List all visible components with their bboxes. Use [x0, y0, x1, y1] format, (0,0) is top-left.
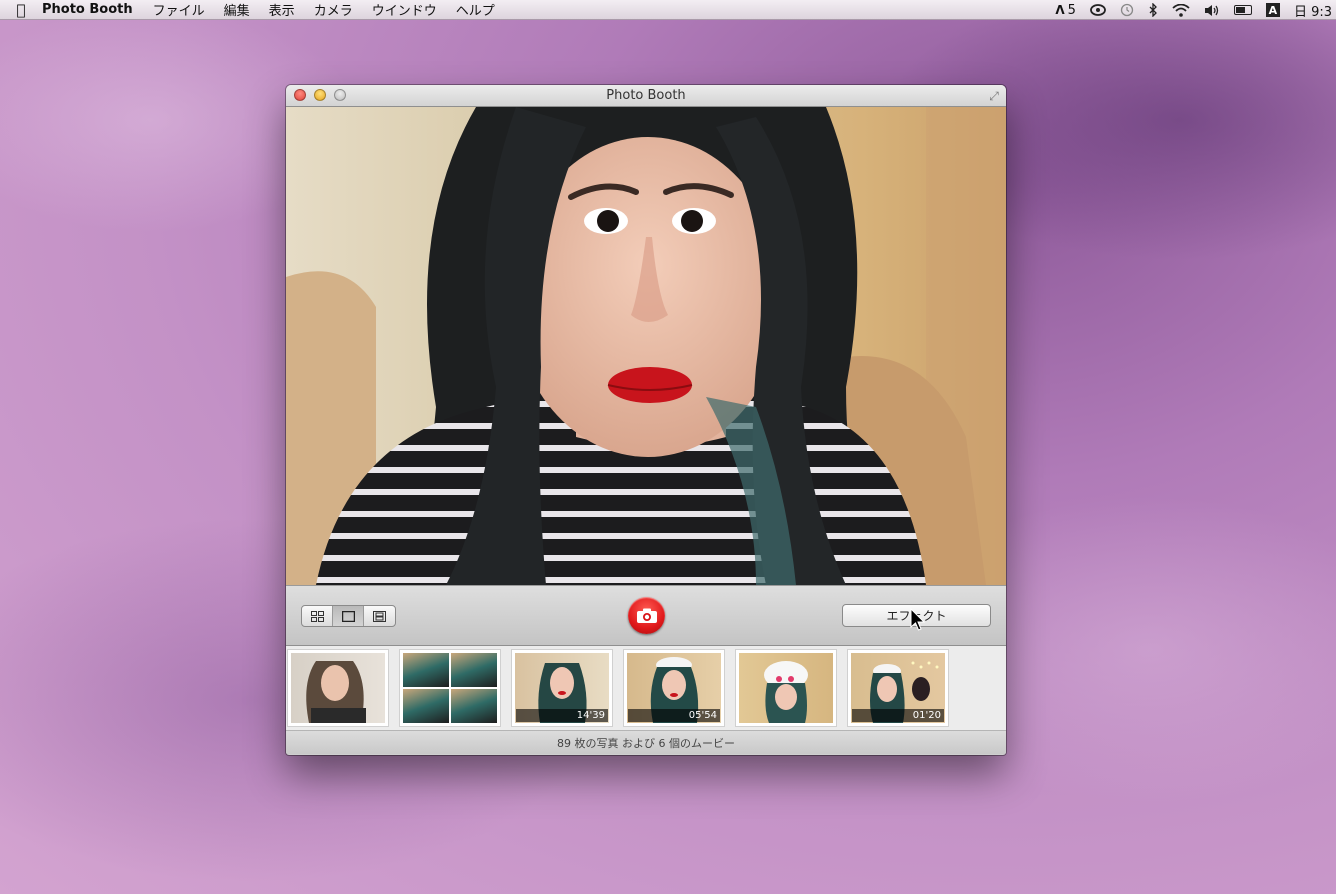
- status-menus: Λ 5 A 日 9:3: [1055, 0, 1336, 20]
- menu-window[interactable]: ウインドウ: [372, 0, 437, 19]
- bluetooth-icon[interactable]: [1148, 3, 1158, 17]
- adobe-status-item[interactable]: Λ 5: [1055, 3, 1076, 18]
- menu-bar:  Photo Booth ファイル 編集 表示 カメラ ウインドウ ヘルプ Λ…: [0, 0, 1336, 20]
- input-source-icon[interactable]: A: [1265, 3, 1280, 17]
- zoom-button[interactable]: [334, 89, 346, 101]
- menu-edit[interactable]: 編集: [224, 0, 250, 19]
- library-count-text: 89 枚の写真 および 6 個のムービー: [557, 736, 735, 750]
- menu-app-name[interactable]: Photo Booth: [42, 2, 133, 17]
- film-strip-icon[interactable]: [364, 606, 395, 626]
- thumbnail-item[interactable]: 14'39: [511, 649, 613, 727]
- menu-help[interactable]: ヘルプ: [456, 0, 495, 19]
- single-frame-icon[interactable]: [333, 606, 364, 626]
- thumbnail-duration: 05'54: [628, 709, 720, 722]
- window-title: Photo Booth: [606, 88, 686, 103]
- camera-preview: [286, 107, 1006, 585]
- thumbnail-item[interactable]: [735, 649, 837, 727]
- fullscreen-icon[interactable]: ⤢: [986, 88, 1002, 104]
- menu-view[interactable]: 表示: [269, 0, 295, 19]
- thumbnail-item[interactable]: 05'54: [623, 649, 725, 727]
- grid-4-icon[interactable]: [302, 606, 333, 626]
- view-mode-segmented-control: [301, 605, 396, 627]
- volume-icon[interactable]: [1204, 4, 1220, 17]
- camera-preview-image: [286, 107, 1006, 585]
- thumbnail-item[interactable]: [399, 649, 501, 727]
- close-button[interactable]: [294, 89, 306, 101]
- clock[interactable]: 日 9:3: [1294, 1, 1332, 20]
- thumbnail-duration: 01'20: [852, 709, 944, 722]
- take-photo-button[interactable]: [628, 597, 665, 634]
- status-bar: 89 枚の写真 および 6 個のムービー: [286, 731, 1006, 754]
- wifi-icon[interactable]: [1172, 3, 1190, 17]
- creative-cloud-icon[interactable]: [1090, 4, 1106, 16]
- toolbar: エフェクト: [286, 585, 1006, 646]
- thumbnail-strip[interactable]: 14'39 05'54 01'20: [286, 646, 1006, 731]
- menu-camera[interactable]: カメラ: [314, 0, 353, 19]
- menu-file[interactable]: ファイル: [153, 0, 205, 19]
- thumbnail-duration: 14'39: [516, 709, 608, 722]
- adobe-count: 5: [1067, 2, 1076, 18]
- mouse-cursor-icon: [910, 608, 926, 631]
- battery-icon[interactable]: [1233, 5, 1252, 15]
- time-machine-icon[interactable]: [1120, 3, 1134, 17]
- title-bar[interactable]: Photo Booth ⤢: [286, 85, 1006, 107]
- window-controls: [294, 89, 346, 101]
- thumbnail-item[interactable]: 01'20: [847, 649, 949, 727]
- minimize-button[interactable]: [314, 89, 326, 101]
- apple-logo-icon[interactable]: : [0, 1, 42, 19]
- adobe-icon: Λ: [1055, 3, 1065, 17]
- thumbnail-item[interactable]: [287, 649, 389, 727]
- camera-icon: [636, 608, 657, 623]
- photo-booth-window: Photo Booth ⤢ 14'39 05'54 01'20 89 枚の写真 …: [286, 85, 1006, 755]
